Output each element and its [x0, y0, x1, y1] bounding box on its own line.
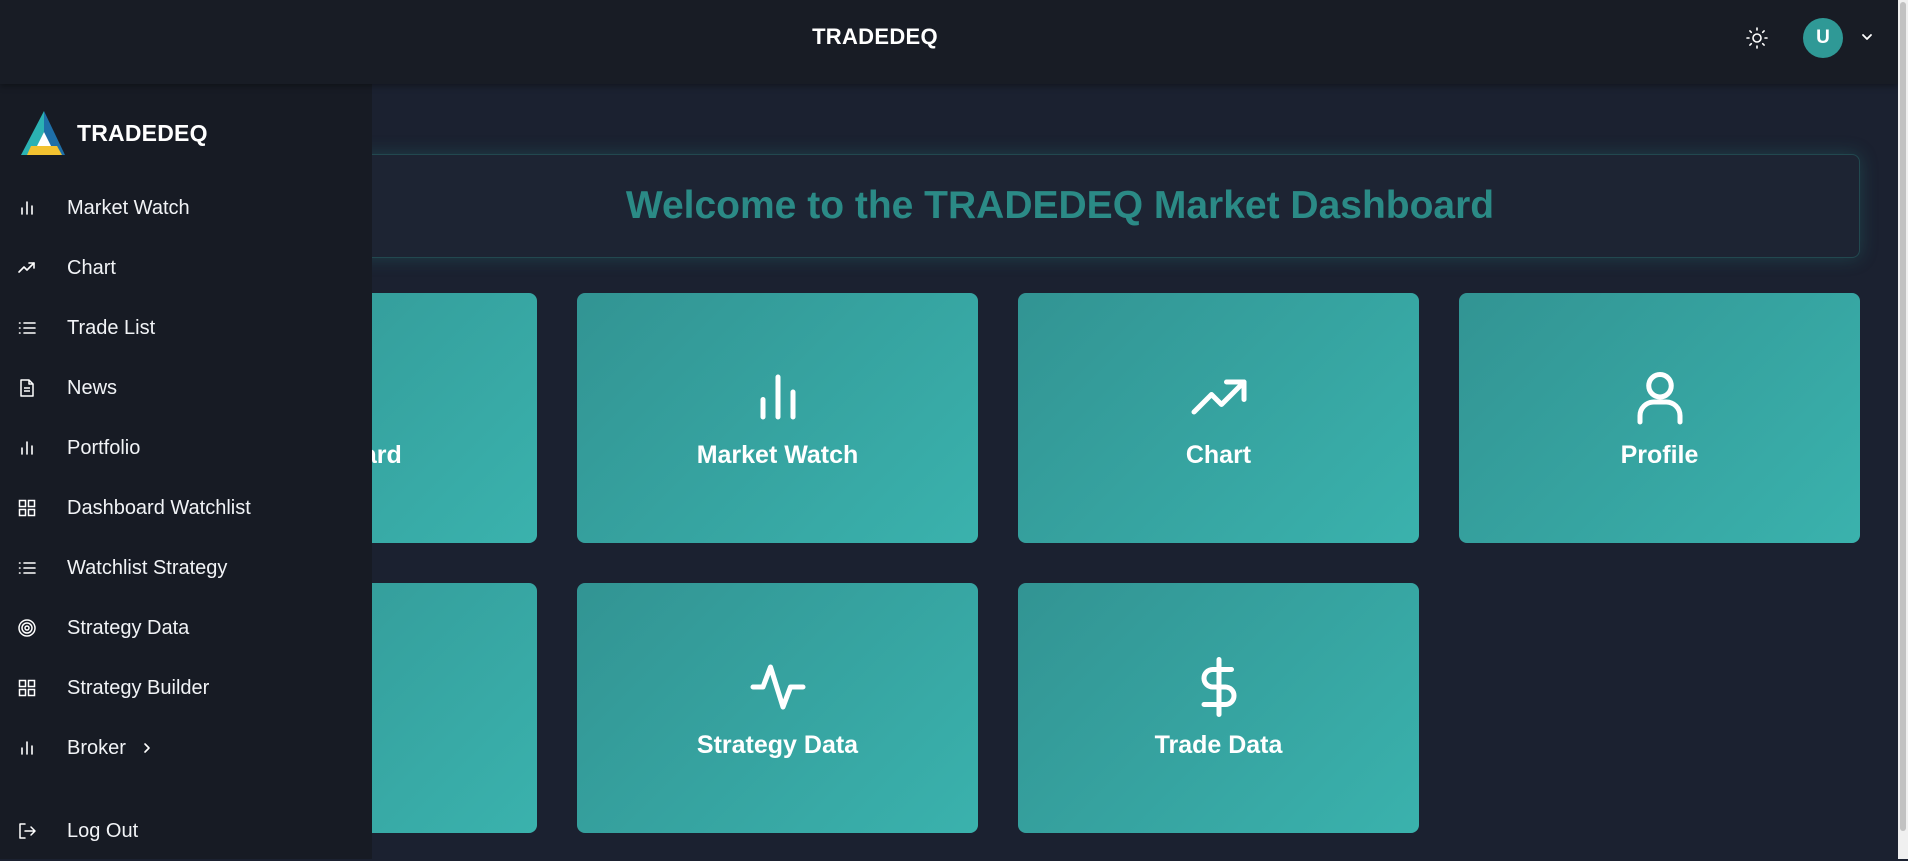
list-icon: [18, 562, 36, 574]
sidebar-item-label: News: [67, 376, 118, 399]
sidebar-item-label: Market Watch: [67, 196, 190, 219]
sidebar-item-strategy-data[interactable]: Strategy Data: [0, 598, 372, 658]
card-trade-data[interactable]: Trade Data: [1018, 583, 1419, 833]
bar-chart-icon: [21, 741, 33, 755]
welcome-banner: Welcome to the TRADEDEQ Market Dashboard: [260, 154, 1860, 258]
sidebar-nav: Market Watch Chart Trade List News Portf…: [0, 178, 372, 778]
sidebar: TRADEDEQ Market Watch Chart Trade List N…: [0, 84, 372, 859]
bar-chart-icon: [21, 441, 33, 455]
user-avatar[interactable]: U: [1803, 18, 1843, 58]
card-chart[interactable]: Chart: [1018, 293, 1419, 543]
scrollbar-thumb[interactable]: [1900, 2, 1906, 831]
grid-icon: [18, 499, 36, 517]
sidebar-item-label: Strategy Data: [67, 616, 190, 639]
list-icon: [18, 322, 36, 334]
card-label: Market Watch: [696, 440, 859, 469]
sidebar-item-label: Watchlist Strategy: [67, 556, 228, 579]
sidebar-logout: Log Out: [0, 801, 372, 861]
sidebar-item-label: Strategy Builder: [67, 676, 210, 699]
header-title: TRADEDEQ: [812, 24, 938, 49]
document-icon: [20, 379, 34, 397]
logout-button[interactable]: Log Out: [0, 801, 372, 861]
sidebar-logo[interactable]: TRADEDEQ: [17, 108, 208, 158]
card-label: Trade Data: [1154, 730, 1283, 759]
welcome-heading: Welcome to the TRADEDEQ Market Dashboard: [625, 184, 1495, 227]
sidebar-item-market-watch[interactable]: Market Watch: [0, 178, 372, 238]
card-market-watch[interactable]: Market Watch: [577, 293, 978, 543]
bar-chart-icon: [21, 201, 33, 215]
logout-label: Log Out: [67, 819, 139, 842]
sidebar-item-trade-list[interactable]: Trade List: [0, 298, 372, 358]
bar-chart-icon: [760, 374, 795, 419]
card-strategy-data[interactable]: Strategy Data: [577, 583, 978, 833]
sun-icon[interactable]: [1745, 26, 1769, 50]
card-label: Chart: [1185, 440, 1252, 469]
grid-icon: [18, 679, 36, 697]
activity-icon: [750, 664, 805, 709]
sidebar-item-label: Trade List: [67, 316, 156, 339]
sidebar-item-label: Dashboard Watchlist: [67, 496, 251, 519]
trending-up-icon: [1191, 379, 1246, 414]
page-scrollbar[interactable]: [1898, 0, 1908, 859]
chevron-right-icon[interactable]: [140, 741, 154, 755]
chevron-down-icon[interactable]: [1859, 29, 1875, 45]
sidebar-item-watchlist-strategy[interactable]: Watchlist Strategy: [0, 538, 372, 598]
sidebar-item-chart[interactable]: Chart: [0, 238, 372, 298]
dollar-icon: [1201, 656, 1236, 717]
sidebar-item-portfolio[interactable]: Portfolio: [0, 418, 372, 478]
sidebar-item-strategy-builder[interactable]: Strategy Builder: [0, 658, 372, 718]
sidebar-item-label: Chart: [67, 256, 116, 279]
sidebar-item-broker[interactable]: Broker: [0, 718, 372, 778]
sidebar-brand: TRADEDEQ: [77, 119, 208, 146]
card-label: Strategy Data: [696, 730, 859, 759]
log-out-icon: [19, 823, 36, 839]
card-profile[interactable]: Profile: [1459, 293, 1860, 543]
target-icon: [18, 619, 36, 637]
trending-up-icon: [18, 262, 35, 273]
user-icon: [1637, 371, 1682, 424]
sidebar-item-news[interactable]: News: [0, 358, 372, 418]
sidebar-item-label: Broker: [67, 736, 126, 759]
sidebar-item-label: Portfolio: [67, 436, 141, 459]
top-bar: TRADEDEQ U: [0, 0, 1898, 84]
card-label: Profile: [1620, 440, 1699, 469]
tradedeq-logo-icon: [21, 111, 65, 155]
sidebar-item-dashboard-watchlist[interactable]: Dashboard Watchlist: [0, 478, 372, 538]
